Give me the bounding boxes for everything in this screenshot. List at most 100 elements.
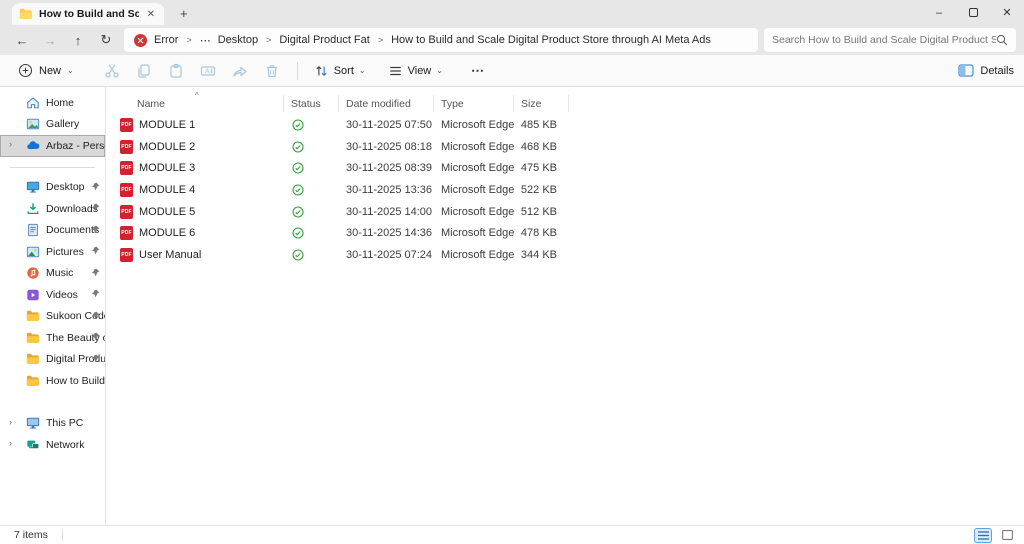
downloads-icon	[26, 202, 40, 216]
chevron-expand-icon[interactable]: ›	[9, 139, 12, 149]
close-button[interactable]: ✕	[990, 0, 1024, 25]
toolbar-divider	[297, 62, 298, 80]
table-row[interactable]: PDFUser Manual 30-11-2025 07:24 Microsof…	[107, 244, 1024, 266]
sync-error-icon	[134, 34, 147, 47]
details-pane-button[interactable]: Details	[958, 64, 1014, 77]
sidebar-item-home[interactable]: Home	[0, 92, 105, 114]
chevron-down-icon: ⌄	[436, 66, 443, 75]
sidebar-item-pictures[interactable]: Pictures	[0, 241, 105, 263]
pin-icon	[91, 332, 100, 341]
item-count: 7 items	[14, 529, 48, 541]
column-header-status[interactable]: Status	[284, 95, 339, 112]
sidebar-item-downloads[interactable]: Downloads	[0, 198, 105, 220]
tab-title: How to Build and Scale Digita	[39, 8, 139, 20]
file-size: 485 KB	[514, 119, 569, 131]
table-row[interactable]: PDFMODULE 1 30-11-2025 07:50 Microsoft E…	[107, 114, 1024, 136]
address-bar-row: ← → ↑ ↻ Error > ⋯ Desktop > Digital Prod…	[0, 25, 1024, 55]
column-header-date-modified[interactable]: Date modified	[339, 95, 434, 112]
sidebar-item-onedrive[interactable]: › Arbaz - Personal	[0, 135, 105, 157]
breadcrumb-ellipsis[interactable]: ⋯	[200, 34, 211, 47]
window-controls: – ✕	[922, 0, 1024, 25]
rename-icon[interactable]: A	[200, 62, 217, 79]
file-name: MODULE 5	[139, 206, 195, 218]
breadcrumb-desktop[interactable]: Desktop	[218, 34, 258, 46]
table-row[interactable]: PDFMODULE 3 30-11-2025 08:39 Microsoft E…	[107, 157, 1024, 179]
sidebar-item-folder-digital-products[interactable]: Digital Products	[0, 349, 105, 371]
column-header-size[interactable]: Size	[514, 95, 569, 112]
new-plus-icon	[18, 63, 33, 78]
svg-text:A: A	[205, 68, 210, 75]
sidebar-item-gallery[interactable]: Gallery	[0, 114, 105, 136]
new-tab-button[interactable]: +	[180, 6, 188, 21]
sidebar-item-this-pc[interactable]: › This PC	[0, 413, 105, 435]
pdf-file-icon: PDF	[120, 118, 133, 132]
file-date: 30-11-2025 08:39	[339, 162, 434, 174]
forward-button[interactable]: →	[36, 33, 64, 48]
sync-status-icon	[292, 249, 304, 261]
sidebar-item-documents[interactable]: Documents	[0, 220, 105, 242]
file-date: 30-11-2025 14:00	[339, 206, 434, 218]
pin-icon	[91, 289, 100, 298]
details-view-toggle[interactable]	[974, 528, 992, 543]
view-button[interactable]: View ⌄	[388, 64, 443, 78]
maximize-button[interactable]	[956, 0, 990, 25]
breadcrumb-current-folder[interactable]: How to Build and Scale Digital Product S…	[391, 34, 711, 46]
sidebar-divider	[10, 167, 95, 168]
sidebar-item-network[interactable]: › Network	[0, 434, 105, 456]
cut-icon[interactable]	[104, 62, 121, 79]
breadcrumb-chevron-icon[interactable]: >	[185, 35, 192, 45]
sidebar-item-label: Arbaz - Personal	[46, 140, 105, 152]
sidebar-item-videos[interactable]: Videos	[0, 284, 105, 306]
thumbnail-view-toggle[interactable]	[998, 528, 1016, 543]
search-box[interactable]	[764, 28, 1016, 52]
pin-icon	[91, 311, 100, 320]
chevron-down-icon: ⌄	[67, 66, 74, 75]
refresh-button[interactable]: ↻	[92, 32, 120, 48]
sort-ascending-icon: ^	[195, 91, 199, 100]
table-row[interactable]: PDFMODULE 6 30-11-2025 14:36 Microsoft E…	[107, 222, 1024, 244]
sidebar-item-folder-how-to-build[interactable]: How to Build and S	[0, 370, 105, 392]
paste-icon[interactable]	[168, 62, 185, 79]
file-name: User Manual	[139, 249, 201, 261]
tab-close-icon[interactable]: ✕	[145, 9, 157, 20]
sidebar-item-music[interactable]: Music	[0, 263, 105, 285]
minimize-button[interactable]: –	[922, 0, 956, 25]
more-options-icon[interactable]: ⋯	[471, 63, 485, 79]
copy-icon[interactable]	[136, 62, 153, 79]
chevron-expand-icon[interactable]: ›	[9, 438, 12, 448]
file-name: MODULE 4	[139, 184, 195, 196]
chevron-expand-icon[interactable]: ›	[9, 417, 12, 427]
breadcrumb-chevron-icon[interactable]: >	[265, 35, 272, 45]
pdf-file-icon: PDF	[120, 140, 133, 154]
sidebar-item-desktop[interactable]: Desktop	[0, 177, 105, 199]
pin-icon	[91, 268, 100, 277]
column-label: Size	[521, 98, 541, 110]
table-row[interactable]: PDFMODULE 5 30-11-2025 14:00 Microsoft E…	[107, 201, 1024, 223]
pin-icon	[91, 246, 100, 255]
table-row[interactable]: PDFMODULE 2 30-11-2025 08:18 Microsoft E…	[107, 136, 1024, 158]
table-row[interactable]: PDFMODULE 4 30-11-2025 13:36 Microsoft E…	[107, 179, 1024, 201]
search-input[interactable]	[772, 34, 996, 46]
breadcrumb-error[interactable]: Error	[154, 34, 178, 46]
file-size: 475 KB	[514, 162, 569, 174]
breadcrumb-chevron-icon[interactable]: >	[377, 35, 384, 45]
sort-button[interactable]: Sort ⌄	[314, 64, 366, 78]
breadcrumb-parent-folder[interactable]: Digital Product Fat	[279, 34, 369, 46]
new-button[interactable]: New ⌄	[10, 59, 82, 82]
navigation-pane: Home Gallery › Arbaz - Personal Desktop …	[0, 87, 106, 525]
address-bar[interactable]: Error > ⋯ Desktop > Digital Product Fat …	[124, 28, 758, 52]
maximize-icon	[969, 8, 978, 17]
sidebar-item-folder-beauty[interactable]: The Beauty of M	[0, 327, 105, 349]
file-date: 30-11-2025 07:24	[339, 249, 434, 261]
column-header-name[interactable]: ^ Name	[107, 95, 284, 112]
column-label: Date modified	[346, 98, 411, 110]
delete-icon[interactable]	[264, 62, 281, 79]
share-icon[interactable]	[232, 62, 249, 79]
back-button[interactable]: ←	[8, 33, 36, 48]
up-button[interactable]: ↑	[64, 33, 92, 48]
explorer-tab[interactable]: How to Build and Scale Digita ✕	[12, 3, 164, 25]
sidebar-item-folder-sukoon[interactable]: Sukoon Code Ac	[0, 306, 105, 328]
file-action-icons: A	[104, 62, 281, 79]
sort-button-label: Sort	[334, 65, 354, 77]
column-header-type[interactable]: Type	[434, 95, 514, 112]
